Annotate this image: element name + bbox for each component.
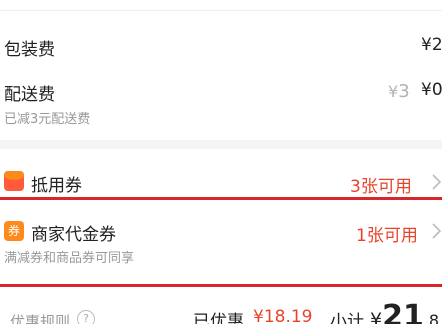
packaging-fee-amount: ¥2 — [421, 35, 442, 55]
subtotal-integer: 21 — [382, 299, 424, 324]
merchant-coupon-note: 满减券和商品券可同享 — [4, 251, 135, 266]
help-icon[interactable]: ? — [77, 310, 95, 324]
highlight-line — [0, 197, 442, 200]
merchant-coupon-available[interactable]: 1张可用 — [356, 221, 418, 246]
subtotal-currency: ¥ — [370, 309, 383, 324]
delivery-fee-amount: ¥0 — [421, 80, 442, 100]
delivery-fee-label: 配送费 — [4, 85, 55, 105]
section-divider — [0, 140, 442, 149]
coupon-icon: 券 — [4, 221, 24, 241]
subtotal-amount: ¥21.8 — [370, 299, 439, 324]
discount-amount: ¥18.19 — [253, 307, 313, 324]
packaging-fee-label: 包装费 — [4, 40, 55, 60]
chevron-right-icon[interactable] — [431, 222, 442, 240]
divider — [0, 10, 442, 11]
discount-label: 已优惠 — [193, 312, 244, 324]
order-summary-panel: 包装费 ¥2 配送费 ¥3 ¥0 已减3元配送费 抵用券 3张可用 券 商家代金… — [0, 0, 442, 324]
discount-rules-link[interactable]: 优惠规则 — [10, 311, 70, 324]
original-amount: 3 — [398, 81, 410, 102]
subtotal-label: 小计 — [330, 312, 364, 324]
original-currency: ¥ — [388, 82, 399, 101]
subtotal-decimal: .8 — [423, 311, 440, 324]
voucher-label: 抵用券 — [31, 176, 82, 196]
highlight-line — [0, 284, 442, 287]
delivery-fee-note: 已减3元配送费 — [4, 112, 91, 127]
delivery-fee-original: ¥3 — [388, 81, 410, 102]
voucher-available[interactable]: 3张可用 — [350, 172, 412, 197]
merchant-coupon-label: 商家代金券 — [31, 225, 116, 245]
chevron-right-icon[interactable] — [431, 173, 442, 191]
red-envelope-icon — [4, 171, 24, 191]
